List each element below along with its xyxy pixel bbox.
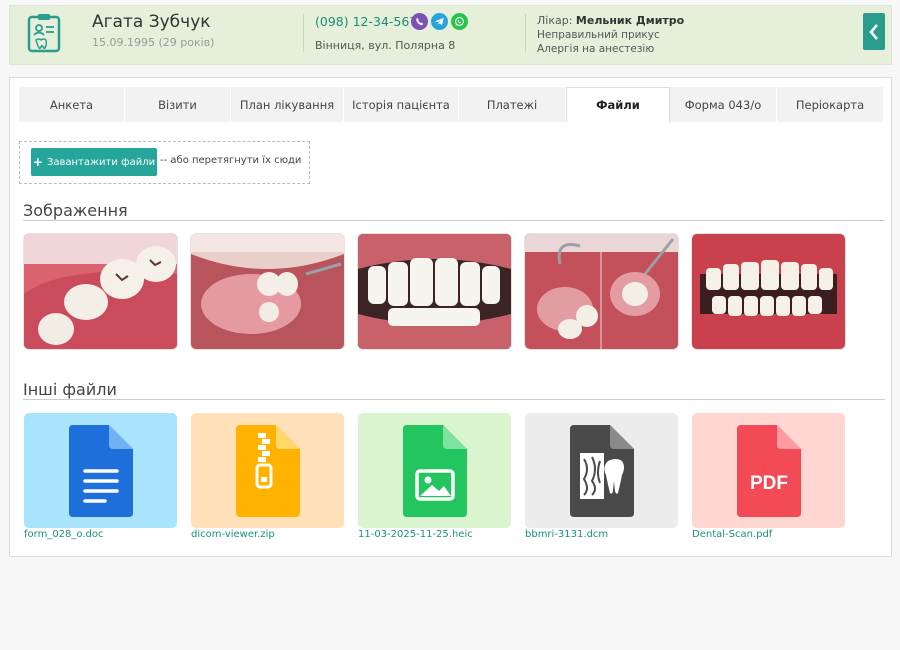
tab-anketa[interactable]: Анкета (19, 87, 125, 122)
dental-image-thumbnail[interactable] (525, 234, 678, 349)
file-card[interactable] (525, 413, 678, 528)
file-name-link[interactable]: dicom-viewer.zip (191, 529, 275, 540)
dental-image-thumbnail[interactable] (358, 234, 511, 349)
patient-birthdate: 15.09.1995 (29 років) (92, 36, 215, 49)
upload-button-label: Завантажити файли (46, 156, 156, 168)
chevron-left-icon (869, 23, 878, 40)
patient-header: Агата Зубчук 15.09.1995 (29 років) (098)… (9, 5, 892, 65)
file-name-link[interactable]: 11-03-2025-11-25.heic (358, 529, 473, 540)
image-file-icon (402, 424, 467, 517)
file-card[interactable]: PDF (692, 413, 845, 528)
plus-icon: + (32, 155, 43, 169)
doctor-info: Лікар: Мельник Дмитро (537, 14, 684, 27)
patient-phone[interactable]: (098) 12-34-567 (315, 14, 417, 29)
tab-treatment-plan[interactable]: План лікування (231, 87, 344, 122)
files-section-title: Інші файли (23, 380, 117, 399)
images-section-title: Зображення (23, 201, 128, 220)
divider (23, 220, 885, 221)
file-name-link[interactable]: bbmri-3131.dcm (525, 529, 608, 540)
whatsapp-icon[interactable] (451, 13, 468, 30)
file-name-link[interactable]: Dental-Scan.pdf (692, 529, 772, 540)
doctor-label: Лікар: (537, 14, 573, 27)
patient-address: Вінниця, вул. Полярна 8 (315, 39, 456, 52)
dental-image-thumbnail[interactable] (191, 234, 344, 349)
patient-card-icon (27, 13, 61, 53)
dental-image-thumbnail[interactable] (692, 234, 845, 349)
zip-file-icon (235, 424, 300, 517)
pdf-badge: PDF (750, 473, 788, 494)
file-name-link[interactable]: form_028_o.doc (24, 529, 104, 540)
dental-image-thumbnail[interactable] (24, 234, 177, 349)
file-card[interactable] (358, 413, 511, 528)
dicom-file-icon (569, 424, 634, 517)
viber-icon[interactable] (411, 13, 428, 30)
tab-files[interactable]: Файли (566, 87, 670, 123)
divider (23, 399, 885, 400)
file-card[interactable] (24, 413, 177, 528)
file-card[interactable] (191, 413, 344, 528)
tab-periochart[interactable]: Періокарта (777, 87, 884, 122)
divider (525, 14, 526, 52)
pdf-file-icon: PDF (736, 424, 801, 517)
patient-tabs: Анкета Візити План лікування Історія пац… (19, 87, 884, 123)
tab-patient-history[interactable]: Історія пацієнта (344, 87, 459, 122)
drop-hint: -- або перетягнути їх сюди (160, 155, 302, 166)
upload-files-button[interactable]: + Завантажити файли (31, 148, 157, 176)
file-drop-zone[interactable]: + Завантажити файли -- або перетягнути ї… (19, 141, 310, 184)
telegram-icon[interactable] (431, 13, 448, 30)
divider (303, 14, 304, 52)
tab-form-043[interactable]: Форма 043/о (670, 87, 777, 122)
patient-note: Алергія на анестезію (537, 43, 655, 55)
files-panel: Анкета Візити План лікування Історія пац… (9, 77, 892, 557)
patient-note: Неправильний прикус (537, 29, 660, 41)
patient-name: Агата Зубчук (92, 12, 211, 32)
doctor-name: Мельник Дмитро (575, 14, 685, 27)
collapse-header-button[interactable] (863, 13, 885, 50)
tab-payments[interactable]: Платежі (459, 87, 566, 122)
document-file-icon (68, 424, 133, 517)
tab-visits[interactable]: Візити (125, 87, 231, 122)
